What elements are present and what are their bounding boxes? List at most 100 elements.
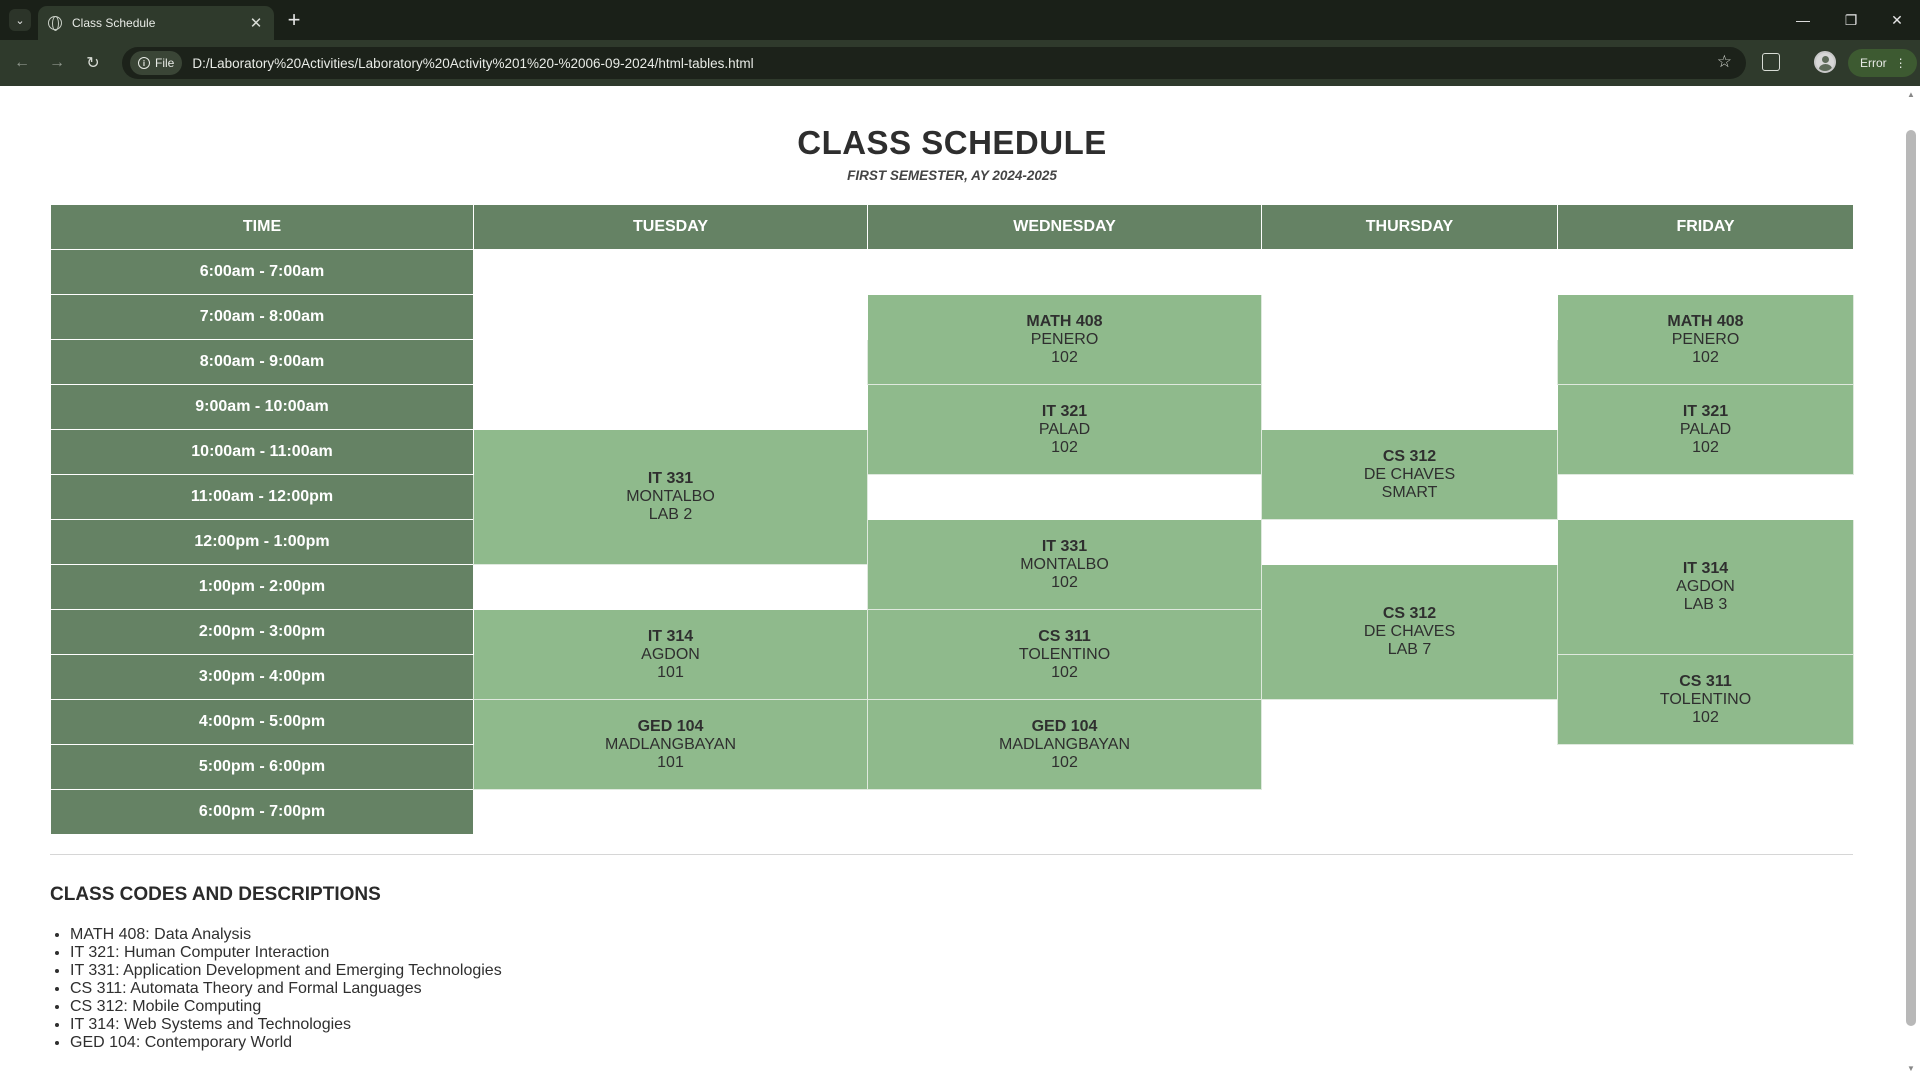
bookmark-star-icon[interactable]: ☆ [1717, 52, 1732, 72]
list-item: IT 331: Application Development and Emer… [70, 962, 502, 980]
class-code: CS 312 [1382, 447, 1437, 465]
time-slot: 6:00am - 7:00am [50, 249, 474, 295]
time-slot: 9:00am - 10:00am [50, 384, 474, 430]
empty-cell [868, 790, 1262, 835]
class-room: LAB 3 [1683, 596, 1728, 613]
tab-strip: ⌄ Class Schedule ✕ + — ❐ ✕ [0, 0, 1920, 40]
class-professor: PENERO [1030, 330, 1099, 348]
class-code: IT 314 [647, 627, 694, 645]
table-row: 12:00pm - 1:00pm IT 331 MONTALBO 102 IT … [50, 519, 1854, 655]
tab-search-button[interactable]: ⌄ [9, 9, 31, 31]
empty-cell [474, 565, 868, 610]
browser-toolbar: ← → ↻ i File D:/Laboratory%20Activities/… [0, 40, 1920, 86]
class-code: CS 311 [1679, 672, 1732, 690]
list-item: IT 321: Human Computer Interaction [70, 944, 502, 962]
page-title: CLASS SCHEDULE [797, 124, 1107, 161]
class-room: 102 [1051, 348, 1078, 366]
header-wednesday: WEDNESDAY [867, 204, 1262, 250]
back-button[interactable]: ← [11, 52, 33, 74]
class-room: 102 [1692, 348, 1719, 366]
list-item: IT 314: Web Systems and Technologies [70, 1016, 502, 1034]
class-cell: IT 321 PALAD 102 [867, 384, 1262, 475]
class-professor: TOLENTINO [1659, 690, 1752, 708]
class-code: GED 104 [637, 717, 704, 735]
forward-button[interactable]: → [46, 52, 68, 74]
class-cell: IT 314 AGDON LAB 3 [1557, 519, 1854, 655]
class-professor: MONTALBO [1020, 555, 1109, 573]
empty-cell [1262, 745, 1558, 790]
class-code: IT 314 [1682, 560, 1729, 577]
list-item: GED 104: Contemporary World [70, 1034, 502, 1052]
table-row: 9:00am - 10:00am IT 321 PALAD 102 IT 321… [50, 384, 1854, 475]
class-professor: DE CHAVES [1363, 465, 1456, 483]
site-info-chip[interactable]: i File [130, 51, 183, 75]
close-window-button[interactable]: ✕ [1880, 6, 1914, 34]
codes-heading: CLASS CODES AND DESCRIPTIONS [50, 884, 381, 905]
time-slot: 5:00pm - 6:00pm [50, 744, 474, 790]
minimize-button[interactable]: — [1786, 6, 1820, 34]
table-row: 6:00am - 7:00am [50, 249, 1854, 295]
class-code: GED 104 [1031, 717, 1098, 735]
class-cell: IT 331 MONTALBO 102 [867, 519, 1262, 610]
empty-cell [474, 385, 868, 430]
class-room: 102 [1051, 573, 1078, 591]
class-code: IT 331 [1041, 537, 1088, 555]
class-code: MATH 408 [1026, 312, 1103, 330]
scrollbar-thumb[interactable] [1906, 130, 1916, 1026]
header-row: TIME TUESDAY WEDNESDAY THURSDAY FRIDAY [50, 204, 1854, 250]
scroll-down-arrow-icon[interactable]: ▼ [1906, 1064, 1916, 1074]
header-thursday: THURSDAY [1261, 204, 1558, 250]
class-room: LAB 7 [1387, 641, 1432, 658]
address-bar[interactable]: i File D:/Laboratory%20Activities/Labora… [122, 47, 1746, 79]
info-icon: i [138, 57, 150, 69]
class-code: IT 321 [1041, 402, 1088, 420]
new-tab-button[interactable]: + [282, 7, 306, 32]
time-slot: 8:00am - 9:00am [50, 339, 474, 385]
restore-button[interactable]: ❐ [1834, 6, 1868, 34]
class-cell: CS 311 TOLENTINO 102 [867, 609, 1262, 700]
table-row: 6:00pm - 7:00pm [50, 789, 1854, 835]
tab-title: Class Schedule [72, 16, 156, 30]
time-slot: 4:00pm - 5:00pm [50, 699, 474, 745]
class-professor: TOLENTINO [1018, 645, 1111, 663]
empty-cell [1558, 790, 1854, 835]
table-row: 7:00am - 8:00am MATH 408 PENERO 102 MATH… [50, 294, 1854, 385]
class-cell: IT 321 PALAD 102 [1557, 384, 1854, 475]
url-text[interactable]: D:/Laboratory%20Activities/Laboratory%20… [192, 56, 753, 71]
empty-cell [1262, 340, 1558, 385]
empty-cell [1558, 250, 1854, 295]
class-professor: PALAD [1038, 420, 1091, 438]
class-cell: CS 311 TOLENTINO 102 [1557, 654, 1854, 745]
reload-button[interactable]: ↻ [82, 52, 104, 74]
class-cell: MATH 408 PENERO 102 [867, 294, 1262, 385]
list-item: MATH 408: Data Analysis [70, 926, 502, 944]
empty-cell [474, 295, 868, 340]
class-room: 102 [1051, 438, 1078, 456]
active-tab[interactable]: Class Schedule ✕ [38, 6, 274, 40]
class-code: IT 331 [647, 470, 694, 487]
profile-avatar[interactable] [1814, 51, 1836, 73]
empty-cell [474, 340, 868, 385]
class-room: 102 [1692, 438, 1719, 456]
header-tuesday: TUESDAY [473, 204, 868, 250]
tab-close-icon[interactable]: ✕ [248, 14, 264, 32]
globe-icon [48, 16, 62, 31]
empty-cell [868, 475, 1262, 520]
error-label: Error [1860, 56, 1887, 70]
empty-cell [1262, 790, 1558, 835]
empty-cell [1262, 700, 1558, 745]
class-professor: DE CHAVES [1363, 623, 1456, 640]
divider [50, 854, 1853, 855]
empty-cell [474, 250, 868, 295]
empty-cell [1558, 745, 1854, 790]
class-cell: GED 104 MADLANGBAYAN 101 [473, 699, 868, 790]
class-cell: CS 312 DE CHAVES SMART [1261, 429, 1558, 520]
header-friday: FRIDAY [1557, 204, 1854, 250]
class-cell: MATH 408 PENERO 102 [1557, 294, 1854, 385]
error-menu-button[interactable]: Error ⋮ [1848, 49, 1917, 77]
class-code: CS 311 [1038, 627, 1091, 645]
scroll-up-arrow-icon[interactable]: ▲ [1906, 90, 1916, 100]
extensions-icon[interactable] [1762, 53, 1780, 71]
empty-cell [1262, 295, 1558, 340]
class-room: LAB 2 [648, 506, 693, 523]
